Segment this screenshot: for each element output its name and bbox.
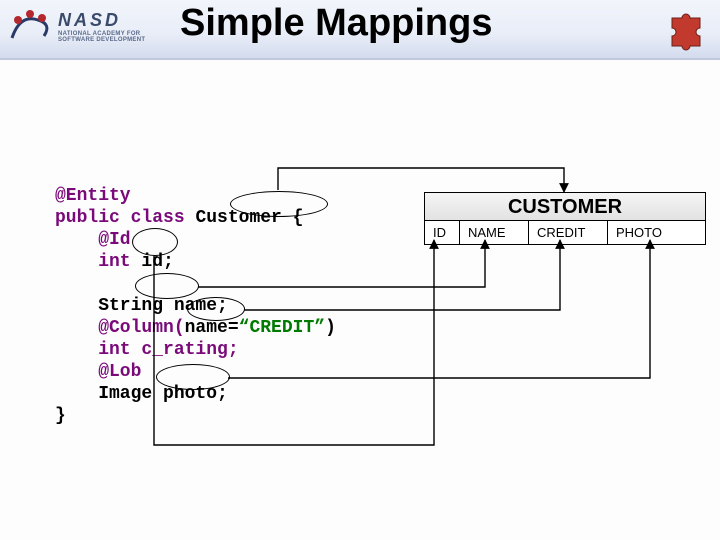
circle-customer — [230, 191, 328, 217]
logo-swirl-icon — [8, 8, 54, 46]
code-anno-column: @Column( — [55, 318, 185, 338]
puzzle-piece-icon — [664, 6, 710, 52]
db-col-id: ID — [425, 221, 460, 244]
code-field-crating: int c_rating; — [55, 340, 239, 360]
db-table: CUSTOMER ID NAME CREDIT PHOTO — [424, 192, 706, 245]
code-kw-public-class: public class — [55, 208, 195, 228]
circle-photo — [156, 364, 230, 390]
code-kw-string: String — [55, 296, 174, 316]
db-col-credit: CREDIT — [529, 221, 608, 244]
code-anno-entity: @Entity — [55, 186, 131, 206]
circle-name — [135, 273, 199, 299]
code-paren-close: ) — [325, 318, 336, 338]
code-column-nameattr: name= — [185, 318, 239, 338]
code-brace-close: } — [55, 406, 66, 426]
circle-nameattr — [187, 297, 245, 321]
code-kw-int1: int — [55, 252, 141, 272]
db-table-columns: ID NAME CREDIT PHOTO — [425, 220, 705, 244]
db-col-photo: PHOTO — [608, 221, 705, 244]
code-anno-id: @Id — [55, 230, 131, 250]
db-col-name: NAME — [460, 221, 529, 244]
code-semi3: ; — [217, 384, 228, 404]
db-table-title: CUSTOMER — [425, 193, 705, 220]
code-anno-lob: @Lob — [55, 362, 141, 382]
code-semi1: ; — [163, 252, 174, 272]
circle-id — [132, 228, 178, 256]
nasd-logo: NASD NATIONAL ACADEMY FOR SOFTWARE DEVEL… — [8, 6, 158, 48]
code-kw-image: Image — [55, 384, 163, 404]
code-string-credit: “CREDIT” — [239, 318, 325, 338]
logo-sub-2: SOFTWARE DEVELOPMENT — [58, 37, 145, 43]
logo-brand: NASD — [58, 10, 145, 31]
slide-title: Simple Mappings — [180, 2, 492, 45]
